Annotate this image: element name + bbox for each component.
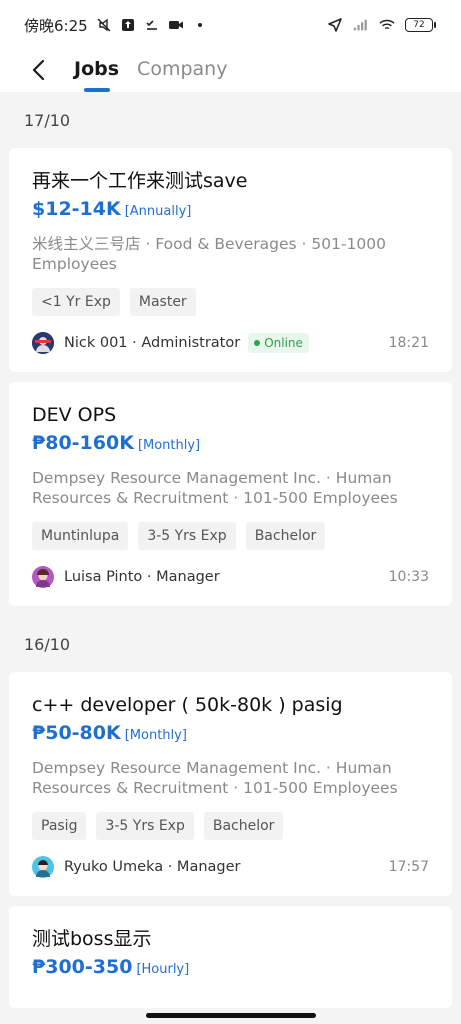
chevron-left-icon — [32, 59, 45, 81]
status-left: 傍晚6:25 — [24, 15, 208, 36]
salary-amount: ₱50-80K — [32, 722, 121, 744]
recruiter-row: Nick 001 · Administrator Online 18:21 — [32, 332, 429, 354]
tab-company[interactable]: Company — [137, 54, 227, 84]
job-card[interactable]: c++ developer ( 50k-80k ) pasig ₱50-80K … — [9, 672, 452, 896]
post-time: 17:57 — [388, 859, 429, 875]
job-title: c++ developer ( 50k-80k ) pasig — [32, 694, 343, 716]
status-time: 傍晚6:25 — [24, 16, 88, 35]
location-icon — [327, 17, 343, 33]
date-header: 17/10 — [24, 110, 71, 130]
salary-amount: ₱80-160K — [32, 432, 134, 454]
avatar — [32, 566, 54, 588]
job-card[interactable]: DEV OPS ₱80-160K [Monthly] Dempsey Resou… — [9, 382, 452, 606]
tag: <1 Yr Exp — [32, 288, 120, 316]
tag: 3-5 Yrs Exp — [96, 812, 194, 840]
job-list: 17/10 再来一个工作来测试save $12-14K [Annually] 米… — [0, 92, 461, 1008]
job-card[interactable]: 再来一个工作来测试save $12-14K [Annually] 米线主义三号店… — [9, 148, 452, 372]
checklist-icon — [144, 17, 160, 33]
wifi-icon — [379, 17, 395, 33]
tag-list: Muntinlupa 3-5 Yrs Exp Bachelor — [32, 522, 429, 550]
salary-amount: $12-14K — [32, 198, 121, 220]
post-time: 18:21 — [388, 335, 429, 351]
battery-icon: 72 — [405, 18, 436, 32]
mute-icon — [96, 17, 112, 33]
upload-icon — [120, 17, 136, 33]
online-label: Online — [264, 336, 303, 350]
top-nav: Jobs Company — [0, 50, 461, 92]
tag: Bachelor — [245, 522, 326, 550]
tag: Muntinlupa — [32, 522, 129, 550]
tab-bar: Jobs Company — [74, 54, 227, 84]
company-info: 米线主义三号店 · Food & Beverages · 501-1000 Em… — [32, 235, 386, 273]
status-bar: 傍晚6:25 72 — [0, 0, 461, 50]
salary: ₱50-80K [Monthly] — [32, 722, 429, 744]
date-header: 16/10 — [24, 634, 71, 654]
back-button[interactable] — [18, 54, 58, 86]
job-title: DEV OPS — [32, 404, 117, 426]
status-right: 72 — [327, 17, 436, 33]
salary: ₱300-350 [Hourly] — [32, 956, 429, 978]
recruiter-name: Nick 001 · Administrator — [64, 335, 241, 351]
job-title: 测试boss显示 — [32, 928, 152, 950]
tag-list: Pasig 3-5 Yrs Exp Bachelor — [32, 812, 429, 840]
post-time: 10:33 — [388, 569, 429, 585]
tag: Pasig — [32, 812, 87, 840]
salary: $12-14K [Annually] — [32, 198, 429, 220]
tag: Bachelor — [203, 812, 284, 840]
company-info: Dempsey Resource Management Inc. · Human… — [32, 759, 398, 797]
salary: ₱80-160K [Monthly] — [32, 432, 429, 454]
salary-period: [Annually] — [124, 204, 192, 219]
tag: Master — [129, 288, 196, 316]
tab-jobs[interactable]: Jobs — [74, 54, 119, 84]
dot-icon — [192, 17, 208, 33]
avatar — [32, 856, 54, 878]
home-indicator[interactable] — [145, 1013, 316, 1018]
tag-list: <1 Yr Exp Master — [32, 288, 429, 316]
job-card[interactable]: 测试boss显示 ₱300-350 [Hourly] — [9, 906, 452, 1008]
avatar — [32, 332, 54, 354]
salary-amount: ₱300-350 — [32, 956, 133, 978]
tag: 3-5 Yrs Exp — [138, 522, 236, 550]
recruiter-name: Luisa Pinto · Manager — [64, 569, 220, 585]
salary-period: [Monthly] — [137, 438, 201, 453]
recruiter-row: Luisa Pinto · Manager 10:33 — [32, 566, 429, 588]
company-info: Dempsey Resource Management Inc. · Human… — [32, 469, 398, 507]
recruiter-row: Ryuko Umeka · Manager 17:57 — [32, 856, 429, 878]
salary-period: [Monthly] — [124, 728, 187, 743]
online-dot-icon — [254, 340, 261, 346]
salary-period: [Hourly] — [136, 962, 190, 977]
job-title: 再来一个工作来测试save — [32, 170, 248, 192]
recruiter-name: Ryuko Umeka · Manager — [64, 859, 241, 875]
signal-icon — [353, 17, 369, 33]
online-badge: Online — [248, 333, 309, 353]
video-icon — [168, 17, 184, 33]
